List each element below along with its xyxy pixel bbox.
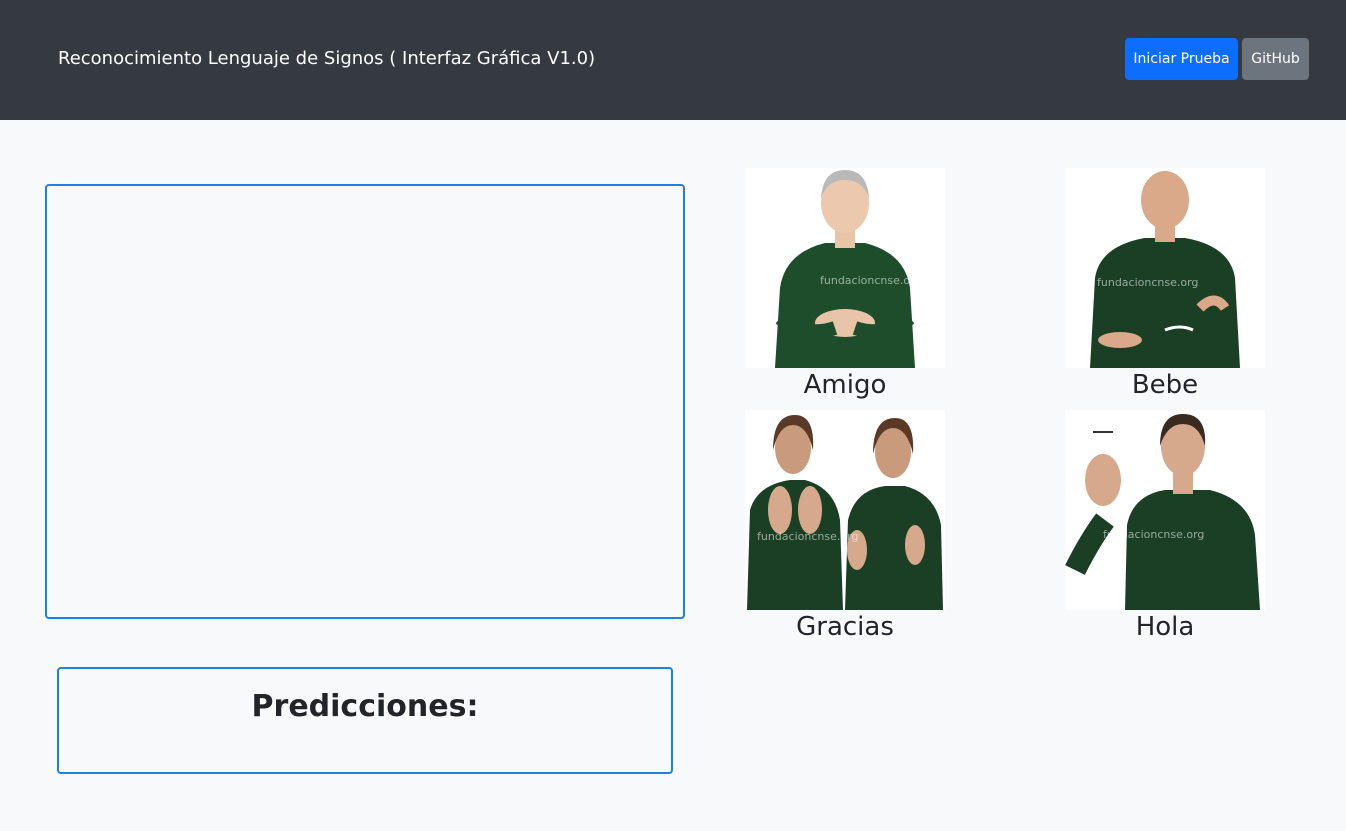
predictions-panel: Predicciones:	[57, 667, 673, 774]
sign-image-bebe: fundacioncnse.org	[1065, 168, 1265, 368]
predictions-title: Predicciones:	[251, 689, 479, 724]
sign-label-bebe: Bebe	[1131, 370, 1199, 400]
app-title: Reconocimiento Lenguaje de Signos ( Inte…	[58, 48, 596, 69]
camera-video-area	[45, 184, 685, 619]
sign-image-hola: fundacioncnse.org	[1065, 410, 1265, 610]
sign-label-gracias: Gracias	[796, 612, 894, 642]
github-button[interactable]: GitHub	[1242, 38, 1309, 80]
sign-watermark: fundacioncnse.org	[1097, 276, 1199, 289]
top-navbar: Reconocimiento Lenguaje de Signos ( Inte…	[0, 0, 1346, 120]
sign-watermark: fundacioncnse.org	[1103, 528, 1205, 541]
hola-person-illustration	[1065, 410, 1265, 610]
bebe-person-illustration	[1065, 168, 1265, 368]
sign-card-gracias: fundacioncnse.org Gracias	[745, 410, 945, 642]
sign-label-hola: Hola	[1135, 612, 1195, 642]
sign-watermark: fundacioncnse.org	[820, 274, 922, 287]
sign-image-amigo: fundacioncnse.org	[745, 168, 945, 368]
sign-card-amigo: fundacioncnse.org Amigo	[745, 168, 945, 400]
sign-card-bebe: fundacioncnse.org Bebe	[1065, 168, 1265, 400]
gracias-person-illustration	[745, 410, 945, 610]
sign-card-hola: fundacioncnse.org Hola	[1065, 410, 1265, 642]
sign-label-amigo: Amigo	[803, 370, 887, 400]
amigo-person-illustration	[745, 168, 945, 368]
sign-watermark: fundacioncnse.org	[757, 530, 859, 543]
start-test-button[interactable]: Iniciar Prueba	[1125, 38, 1238, 80]
sign-image-gracias: fundacioncnse.org	[745, 410, 945, 610]
